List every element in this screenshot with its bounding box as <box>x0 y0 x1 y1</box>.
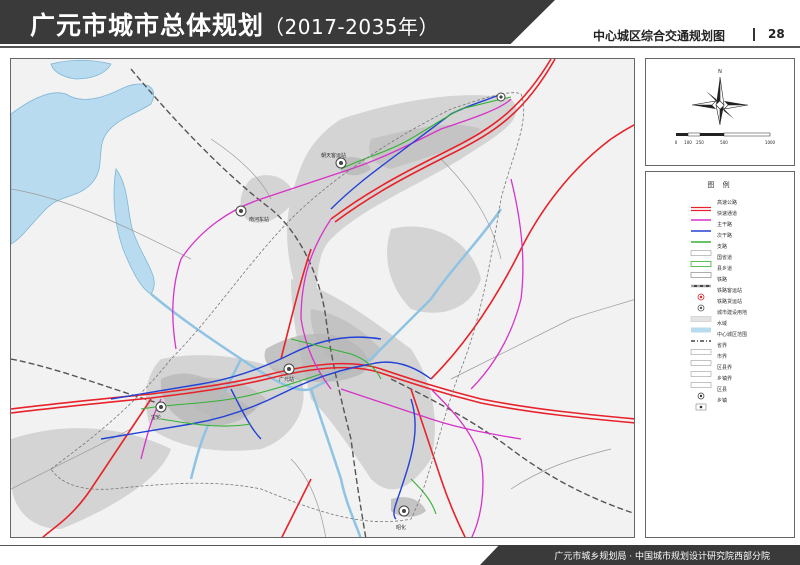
water-legend-icon <box>690 319 712 333</box>
station-marker[interactable] <box>496 92 506 102</box>
legend-item: 水域 <box>690 319 728 333</box>
legend-label: 支路 <box>717 243 728 250</box>
page-number: 28 <box>768 27 785 41</box>
scale-label: 1000 <box>765 140 776 145</box>
legend-label: 乡镇界 <box>717 375 733 382</box>
compass-svg: N 0 100 250 500 1000 <box>675 69 776 145</box>
boundary-legend-icon <box>690 374 712 388</box>
north-arrow-icon <box>691 76 749 126</box>
legend-label: 中心城区范围 <box>717 331 748 338</box>
scale-label: 500 <box>720 140 728 145</box>
legend-item: 铁路货运站 <box>690 297 743 312</box>
legend-title: 图 例 <box>707 181 733 189</box>
legend-label: 铁路货运站 <box>717 298 743 305</box>
legend-item: 区县 <box>690 385 728 400</box>
station-label: 宝轮 <box>151 414 161 421</box>
legend-item: 中心城区范围 <box>690 330 748 342</box>
legend-item: 省界 <box>690 341 728 355</box>
legend-label: 省界 <box>717 342 728 349</box>
national-road-legend-icon <box>690 253 712 267</box>
secondary-road-legend-icon <box>690 231 712 243</box>
legend-item: 县乡道 <box>690 264 733 278</box>
district-legend-icon <box>690 385 712 400</box>
traffic-map[interactable]: 南河车站 朝天客运站 广元站 宝轮 昭化 <box>11 59 635 538</box>
map-frame[interactable]: 南河车站 朝天客运站 广元站 宝轮 昭化 <box>10 58 635 538</box>
legend-label: 乡镇 <box>717 397 728 404</box>
legend-item: 乡镇界 <box>690 374 733 388</box>
legend-item: 乡镇 <box>690 396 728 411</box>
legend-item: 快速通道 <box>690 209 738 221</box>
railway-legend-icon <box>690 275 712 288</box>
legend-item: 铁路 <box>690 275 728 288</box>
legend-item: 铁路客运站 <box>690 286 743 301</box>
legend-item: 国省道 <box>690 253 733 267</box>
legend-panel: 图 例 高速公路快速通道主干路次干路支路国省道县乡道铁路铁路客运站铁路货运站城市… <box>645 171 795 538</box>
title-main: 广元市城市总体规划 <box>30 11 265 40</box>
legend-item: 城市建设用地 <box>690 308 748 322</box>
boundary-legend-icon <box>690 341 712 355</box>
legend-item: 主干路 <box>690 220 733 232</box>
legend-label: 城市建设用地 <box>717 309 748 316</box>
legend-label: 铁路 <box>717 276 728 283</box>
county-road-legend-icon <box>690 264 712 278</box>
map-subtitle: 中心城区综合交通规划图 <box>593 29 726 43</box>
legend-item: 市界 <box>690 352 728 366</box>
station-label: 南河车站 <box>249 216 269 223</box>
fast-road-legend-icon <box>690 209 712 221</box>
title-years: （2017-2035年） <box>264 15 440 39</box>
station-label: 昭化 <box>396 524 406 531</box>
north-label: N <box>718 69 722 75</box>
local-road-legend-icon <box>690 242 712 256</box>
scale-label: 250 <box>696 140 704 145</box>
legend-item: 高速公路 <box>690 198 738 212</box>
legend-item: 支路 <box>690 242 728 256</box>
station-label: 广元站 <box>279 376 294 383</box>
station-label: 朝天客运站 <box>321 152 346 159</box>
legend-item: 次干路 <box>690 231 733 243</box>
passenger-station-icon <box>690 286 712 301</box>
separator <box>753 28 755 41</box>
page-title: 广元市城市总体规划（2017-2035年） <box>30 6 439 42</box>
footer: 广元市城乡规划局 · 中国城市规划设计研究院西部分院 <box>0 545 800 565</box>
legend-item: 区县界 <box>690 363 733 377</box>
boundary-legend-icon <box>690 363 712 377</box>
boundary-legend-icon <box>690 352 712 366</box>
freight-station-icon <box>690 297 712 312</box>
scale-bar: 0 100 250 500 1000 <box>675 132 776 145</box>
legend-label: 主干路 <box>717 221 733 228</box>
legend-label: 高速公路 <box>717 199 738 206</box>
compass-panel: N 0 100 250 500 1000 <box>645 58 795 166</box>
header-rule <box>0 46 800 48</box>
town-legend-icon <box>690 396 712 411</box>
legend-label: 市界 <box>717 353 728 360</box>
legend-label: 县乡道 <box>717 265 733 272</box>
urban-land-legend-icon <box>690 308 712 322</box>
footer-credit: 广元市城乡规划局 · 中国城市规划设计研究院西部分院 <box>554 552 770 562</box>
header: 广元市城市总体规划（2017-2035年） 中心城区综合交通规划图 28 <box>0 0 800 48</box>
legend-label: 国省道 <box>717 254 733 261</box>
legend-label: 次干路 <box>717 232 733 239</box>
city-boundary-legend-icon <box>690 330 712 342</box>
scale-label: 100 <box>684 140 692 145</box>
legend-label: 铁路客运站 <box>717 287 743 294</box>
arterial-legend-icon <box>690 220 712 232</box>
expressway-legend-icon <box>690 198 712 212</box>
legend-label: 区县 <box>717 386 728 393</box>
scale-label: 0 <box>675 140 678 145</box>
legend-label: 区县界 <box>717 364 733 371</box>
legend-label: 水域 <box>717 320 728 327</box>
legend-label: 快速通道 <box>717 210 738 217</box>
